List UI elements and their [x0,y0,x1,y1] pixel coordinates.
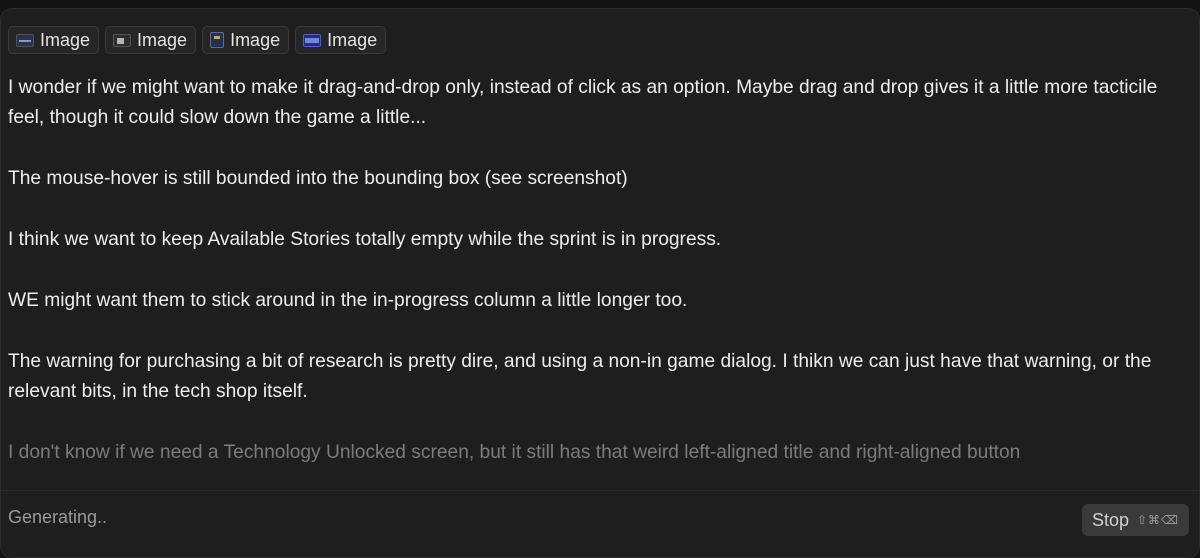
message-paragraph: WE might want them to stick around in th… [8,290,688,311]
image-thumbnail-icon [303,33,322,47]
image-thumbnail-icon [113,33,132,47]
message-paragraph: The warning for purchasing a bit of rese… [8,351,1152,402]
image-thumbnail-icon [210,32,225,48]
message-paragraph: I think we want to keep Available Storie… [8,229,722,250]
message-text[interactable]: I wonder if we might want to make it dra… [8,73,1183,489]
image-attachment-1[interactable]: Image [8,26,100,54]
image-attachment-4[interactable]: Image [295,26,387,54]
image-thumbnail-icon [16,33,34,47]
chat-input-panel: Image Image Image Image I wonder if we m… [0,8,1200,558]
image-attachment-2[interactable]: Image [105,26,197,54]
attachment-label: Image [230,29,281,50]
attachment-label: Image [137,29,188,50]
message-paragraph: I don't know if we need a Technology Unl… [8,442,1021,463]
attachment-label: Image [327,29,378,50]
message-paragraph: The mouse-hover is still bounded into th… [8,168,628,189]
attachment-list: Image Image Image Image [8,26,387,54]
generating-status: Generating.. [8,507,108,527]
message-paragraph: I wonder if we might want to make it dra… [8,77,1158,128]
keyboard-shortcut-hint: ⇧⌘⌫ [1136,513,1179,527]
image-attachment-3[interactable]: Image [202,26,290,54]
stop-label: Stop [1091,509,1129,530]
stop-button[interactable]: Stop ⇧⌘⌫ [1081,504,1189,536]
attachment-label: Image [40,29,91,50]
footer-divider [1,490,1199,491]
